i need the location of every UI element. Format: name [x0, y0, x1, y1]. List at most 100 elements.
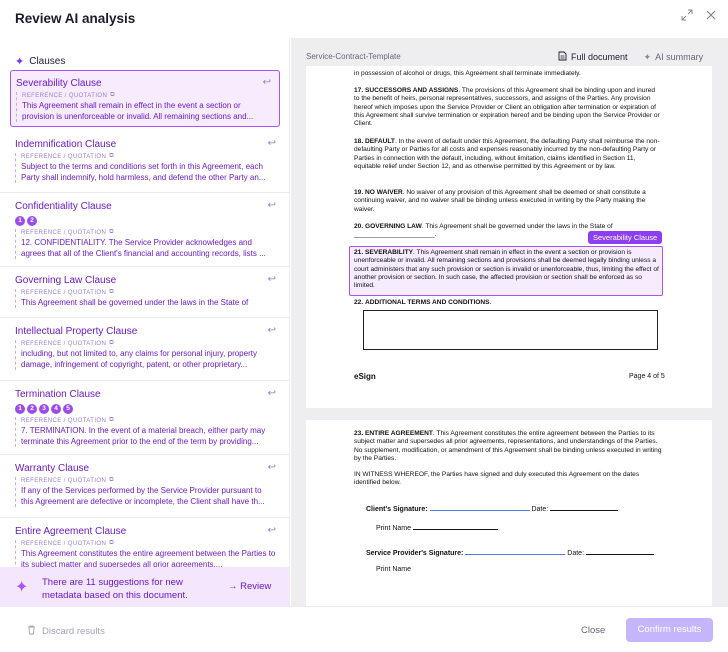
clauses-header: ✦ Clauses [15, 55, 65, 68]
copy-icon[interactable]: ⧉ [110, 92, 115, 99]
sparkle-icon: ✦ [15, 56, 25, 68]
clause-item[interactable]: Confidentiality Clause ↩ 1 2 REFERENCE /… [0, 194, 289, 267]
reference-label: REFERENCE / QUOTATION ⧉ [21, 153, 114, 160]
count-badge[interactable]: 1 [15, 216, 25, 226]
copy-icon[interactable]: ⧉ [109, 153, 114, 160]
reference-text: Subject to the terms and conditions set … [21, 162, 266, 182]
clause-item[interactable]: Termination Clause ↩ 1 2 3 4 5 REFERENCE… [0, 382, 289, 455]
document-page: 23. ENTIRE AGREEMENT. This Agreement con… [306, 420, 712, 606]
print-name-row: Print Name [376, 524, 498, 532]
view-tabs: Full document ✦ AI summary [558, 51, 703, 63]
confirm-button[interactable]: Confirm results [626, 618, 713, 642]
close-button[interactable]: Close [581, 625, 605, 636]
reference-block: REFERENCE / QUOTATION ⧉ Subject to the te… [15, 153, 276, 183]
reference-block: REFERENCE / QUOTATION ⧉ This Agreement co… [15, 540, 276, 570]
count-badge[interactable]: 2 [27, 404, 37, 414]
close-icon[interactable] [705, 9, 719, 23]
document-panel: Service-Contract-Template Full document … [291, 38, 728, 606]
doc-section: 22. ADDITIONAL TERMS AND CONDITIONS. [354, 299, 492, 306]
doc-section: 21. SEVERABILITY. This Agreement shall r… [354, 249, 659, 290]
print-name-line[interactable] [412, 524, 498, 530]
badge-row: 1 2 3 4 5 [15, 404, 276, 414]
badge-row: 1 2 [15, 216, 276, 226]
undo-icon[interactable]: ↩ [268, 138, 276, 149]
undo-icon[interactable]: ↩ [268, 325, 276, 336]
undo-icon[interactable]: ↩ [268, 525, 276, 536]
review-button[interactable]: → Review [228, 581, 271, 592]
discard-button[interactable]: Discard results [27, 625, 105, 638]
witness-text: IN WITNESS WHEREOF, the Parties have sig… [354, 471, 640, 487]
clause-item[interactable]: Indemnification Clause ↩ REFERENCE / QUO… [0, 132, 289, 193]
tab-full-document[interactable]: Full document [558, 51, 628, 63]
reference-text: including, but not limited to, any claim… [21, 349, 257, 369]
clause-title: Warranty Clause [15, 463, 90, 474]
clause-title: Intellectual Property Clause [15, 326, 138, 337]
expand-icon[interactable] [681, 9, 695, 23]
clause-item[interactable]: Intellectual Property Clause ↩ REFERENCE… [0, 319, 289, 381]
clause-item[interactable]: Warranty Clause ↩ REFERENCE / QUOTATION ⧉… [0, 456, 289, 518]
document-icon [558, 51, 567, 63]
undo-icon[interactable]: ↩ [268, 274, 276, 285]
undo-icon[interactable]: ↩ [268, 388, 276, 399]
reference-label: REFERENCE / QUOTATION ⧉ [21, 289, 114, 296]
signature-line[interactable] [429, 505, 530, 511]
clauses-header-label: Clauses [29, 56, 66, 67]
sparkle-icon: ✦ [15, 579, 29, 596]
count-badge[interactable]: 5 [63, 404, 73, 414]
clause-item[interactable]: Entire Agreement Clause ↩ REFERENCE / QU… [0, 519, 289, 570]
date-line[interactable] [585, 549, 654, 555]
document-page: in possession of alcohol or drugs, this … [306, 66, 712, 408]
clause-item[interactable]: Severability Clause ↩ REFERENCE / QUOTAT… [10, 70, 280, 127]
print-name-row: Print Name [376, 566, 412, 573]
count-badge[interactable]: 2 [27, 216, 37, 226]
reference-label: REFERENCE / QUOTATION ⧉ [21, 417, 114, 424]
reference-text: This Agreement shall be governed under t… [21, 298, 249, 307]
terms-box [363, 310, 658, 350]
undo-icon[interactable]: ↩ [263, 77, 271, 88]
clause-title: Governing Law Clause [15, 275, 117, 286]
reference-block: REFERENCE / QUOTATION ⧉ 12. CONFIDENTIALI… [15, 229, 276, 259]
reference-label: REFERENCE / QUOTATION ⧉ [21, 477, 114, 484]
provider-signature-row: Service Provider's Signature: Date: [366, 549, 654, 557]
tab-ai-summary[interactable]: ✦ AI summary [644, 51, 704, 63]
doc-section: 17. SUCCESSORS AND ASSIGNS. The provisio… [354, 87, 660, 128]
client-signature-row: Client's Signature: Date: [366, 505, 619, 513]
copy-icon[interactable]: ⧉ [109, 229, 114, 236]
reference-text: 12. CONFIDENTIALITY. The Service Provide… [21, 238, 266, 258]
clause-item[interactable]: Governing Law Clause ↩ REFERENCE / QUOTA… [0, 268, 289, 318]
copy-icon[interactable]: ⧉ [109, 340, 114, 347]
reference-block: REFERENCE / QUOTATION ⧉ 7. TERMINATION. I… [15, 417, 276, 447]
page-number: Page 4 of 5 [629, 373, 665, 380]
count-badge[interactable]: 4 [51, 404, 61, 414]
modal-title: Review AI analysis [15, 11, 136, 26]
copy-icon[interactable]: ⧉ [109, 477, 114, 484]
review-modal: Review AI analysis ✦ Clauses Severabilit… [0, 0, 728, 652]
copy-icon[interactable]: ⧉ [109, 417, 114, 424]
reference-label: REFERENCE / QUOTATION ⧉ [21, 340, 114, 347]
reference-block: REFERENCE / QUOTATION ⧉ If any of the Ser… [15, 477, 276, 507]
undo-icon[interactable]: ↩ [268, 200, 276, 211]
copy-icon[interactable]: ⧉ [109, 540, 114, 547]
reference-label: REFERENCE / QUOTATION ⧉ [22, 92, 115, 99]
reference-block: REFERENCE / QUOTATION ⧉ This Agreement sh… [16, 92, 269, 122]
doc-section: 18. DEFAULT. In the event of default und… [354, 138, 660, 170]
count-badge[interactable]: 1 [15, 404, 25, 414]
reference-text: 7. TERMINATION. In the event of a materi… [21, 426, 266, 446]
undo-icon[interactable]: ↩ [268, 462, 276, 473]
date-line[interactable] [550, 505, 619, 511]
copy-icon[interactable]: ⧉ [109, 289, 114, 296]
clause-title: Severability Clause [16, 78, 102, 89]
signature-line[interactable] [465, 549, 566, 555]
doc-section: 23. ENTIRE AGREEMENT. This Agreement con… [354, 430, 662, 462]
document-name: Service-Contract-Template [306, 52, 401, 61]
clauses-panel: ✦ Clauses Severability Clause ↩ REFERENC… [0, 38, 290, 606]
tab-label: Full document [571, 52, 628, 62]
trash-icon [27, 625, 36, 638]
modal-footer: Discard results Close Confirm results [0, 606, 728, 652]
clause-title: Confidentiality Clause [15, 201, 112, 212]
highlight-tag: Severability Clause [588, 231, 663, 244]
clause-title: Termination Clause [15, 389, 101, 400]
count-badge[interactable]: 3 [39, 404, 49, 414]
modal-header: Review AI analysis [0, 0, 728, 38]
reference-text: If any of the Services performed by the … [21, 486, 265, 506]
